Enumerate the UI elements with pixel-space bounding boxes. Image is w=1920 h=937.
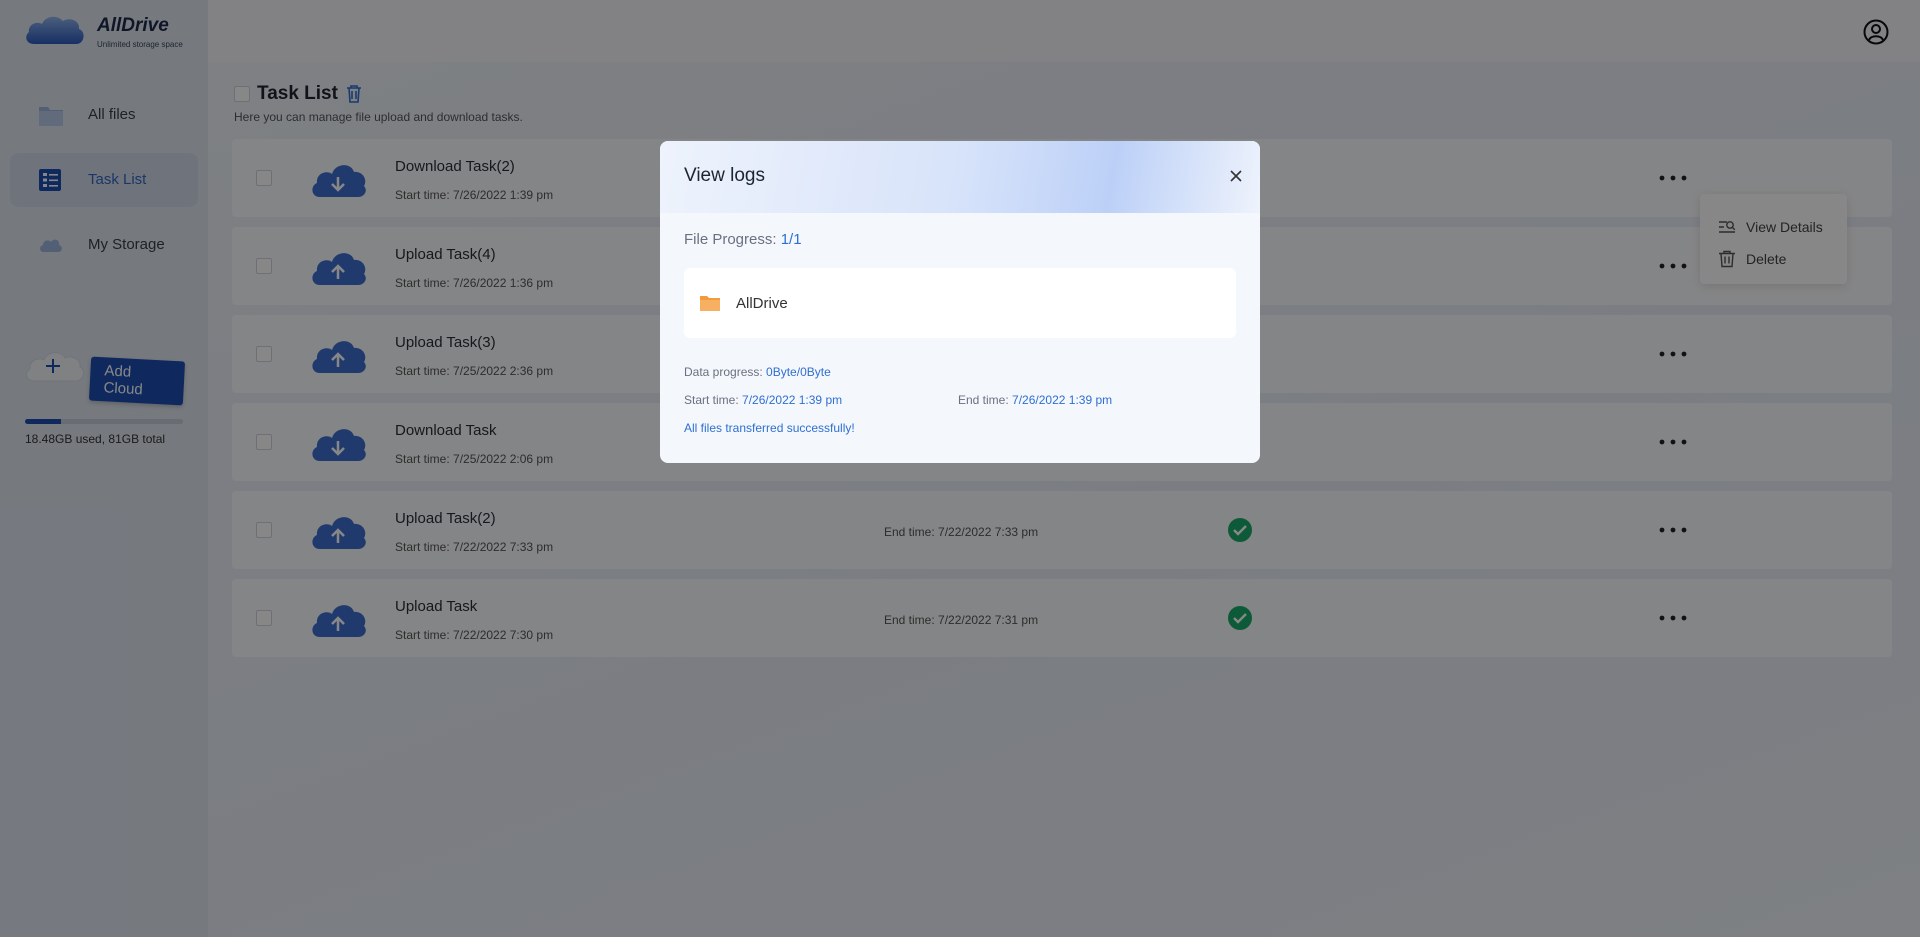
file-entry: AllDrive [684,268,1236,338]
dialog-title: View logs [684,165,765,186]
transfer-status-message: All files transferred successfully! [684,421,855,435]
close-icon[interactable] [1226,166,1246,186]
folder-icon [700,296,720,311]
start-time-value: 7/26/2022 1:39 pm [742,393,843,407]
file-progress-value: 1/1 [780,231,802,248]
file-name: AllDrive [736,295,788,312]
file-progress-label: File Progress: [684,231,777,248]
data-progress-value: 0Byte/0Byte [766,365,831,379]
log-end-time: End time: 7/26/2022 1:39 pm [958,393,1112,407]
end-time-label: End time: [958,393,1009,407]
log-start-time: Start time: 7/26/2022 1:39 pm [684,393,842,407]
data-progress: Data progress: 0Byte/0Byte [684,365,831,379]
start-time-label: Start time: [684,393,739,407]
file-progress: File Progress: 1/1 [684,231,802,248]
view-logs-dialog: View logs File Progress: 1/1 AllDrive Da… [660,141,1260,463]
end-time-value: 7/26/2022 1:39 pm [1012,393,1113,407]
data-progress-label: Data progress: [684,365,763,379]
